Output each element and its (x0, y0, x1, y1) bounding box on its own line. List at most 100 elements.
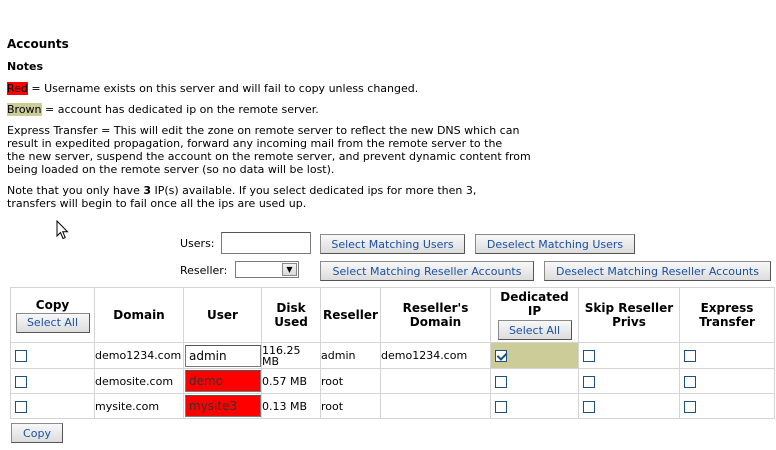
resellers-domain-cell (380, 368, 491, 394)
copy-header: Copy Select All (10, 287, 95, 343)
notes-heading: Notes (7, 60, 44, 73)
disk-used-header: Disk Used (261, 287, 321, 343)
copy-checkbox[interactable] (15, 350, 27, 362)
dedicated-ip-cell (490, 368, 579, 394)
disk-used-cell: 116.25 MB (261, 342, 321, 369)
dedicated-ip-checkbox[interactable] (495, 400, 507, 413)
user-cell: demo (183, 368, 262, 394)
dedicated-ip-checkbox[interactable] (495, 375, 507, 388)
express-transfer-note: Express Transfer = This will edit the zo… (7, 124, 531, 176)
domain-header: Domain (94, 287, 184, 343)
red-note-text: = Username exists on this server and wil… (27, 82, 419, 95)
ip-note-line2: transfers will begin to fail once all th… (7, 197, 307, 210)
disk-used-cell: 0.57 MB (261, 368, 321, 394)
reseller-cell: admin (320, 342, 381, 369)
disk-used-header-line2: Used (274, 315, 308, 329)
skip-reseller-privs-cell (578, 342, 680, 369)
user-input[interactable]: demo (185, 370, 261, 392)
red-swatch: Red (7, 82, 28, 95)
accounts-table: Copy Select All Domain User Disk Used Re… (10, 287, 775, 419)
users-label: Users: (180, 237, 215, 250)
copy-button[interactable]: Copy (11, 423, 63, 443)
copy-checkbox[interactable] (15, 400, 27, 413)
skip-reseller-privs-checkbox[interactable] (583, 375, 595, 388)
dedicated-ip-cell (490, 393, 579, 419)
skip-reseller-privs-checkbox[interactable] (583, 350, 595, 362)
resellers-domain-cell (380, 393, 491, 419)
copy-cell (10, 393, 95, 419)
domain-cell: demosite.com (94, 368, 184, 394)
resellers-domain-header-line1: Reseller's (402, 301, 469, 315)
express-note-line: Express Transfer = This will edit the zo… (7, 124, 520, 137)
express-transfer-header-line2: Transfer (699, 315, 755, 329)
dedicated-ip-header: Dedicated IP Select All (490, 287, 579, 343)
skip-reseller-privs-cell (578, 393, 680, 419)
disk-used-value: 116.25 (262, 343, 301, 357)
express-transfer-cell (679, 342, 775, 369)
resellers-domain-header-line2: Domain (409, 315, 462, 329)
dedicated-ip-header-line2: IP (527, 304, 542, 318)
mouse-pointer-icon (56, 220, 69, 240)
reseller-cell: root (320, 368, 381, 394)
dedicated-ip-cell (490, 342, 579, 369)
select-matching-users-button[interactable]: Select Matching Users (320, 234, 465, 254)
user-input[interactable]: admin (185, 344, 261, 367)
disk-used-header-line1: Disk (276, 301, 306, 315)
ip-note: Note that you only have 3 IP(s) availabl… (7, 184, 476, 210)
brown-swatch: Brown (7, 103, 42, 116)
disk-used-unit: MB (262, 354, 280, 368)
skip-reseller-privs-checkbox[interactable] (583, 400, 595, 413)
express-transfer-cell (679, 368, 775, 394)
reseller-label: Reseller: (180, 264, 228, 277)
reseller-header: Reseller (320, 287, 381, 343)
user-header: User (183, 287, 262, 343)
brown-note: Brown = account has dedicated ip on the … (7, 103, 319, 116)
domain-cell: mysite.com (94, 393, 184, 419)
reseller-select[interactable]: ▼ (235, 261, 299, 278)
page-title: Accounts (7, 37, 69, 51)
express-transfer-header: Express Transfer (679, 287, 775, 343)
resellers-domain-cell: demo1234.com (380, 342, 491, 369)
express-note-line: result in expedited propagation, forward… (7, 137, 503, 150)
express-transfer-checkbox[interactable] (684, 375, 696, 388)
reseller-cell: root (320, 393, 381, 419)
express-transfer-checkbox[interactable] (684, 400, 696, 413)
ip-note-pre: Note that you only have (7, 184, 144, 197)
table-row: demosite.com demo 0.57 MB root (10, 368, 775, 394)
dedicated-ip-checkbox[interactable] (495, 350, 507, 362)
ip-count: 3 (143, 184, 151, 197)
express-note-line: the new server, suspend the account on t… (7, 150, 531, 163)
user-cell: mysite3 (183, 393, 262, 419)
domain-cell: demo1234.com (94, 342, 184, 369)
skip-reseller-privs-cell (578, 368, 680, 394)
express-note-line: being loaded on the remote server (so no… (7, 163, 335, 176)
express-transfer-checkbox[interactable] (684, 350, 696, 362)
select-matching-reseller-accounts-button[interactable]: Select Matching Reseller Accounts (320, 261, 534, 281)
skip-reseller-privs-header-line1: Skip Reseller (584, 301, 674, 315)
express-transfer-header-line1: Express (700, 301, 754, 315)
resellers-domain-header: Reseller's Domain (380, 287, 491, 343)
brown-note-text: = account has dedicated ip on the remote… (41, 103, 319, 116)
skip-reseller-privs-header: Skip Reseller Privs (578, 287, 680, 343)
skip-reseller-privs-header-line2: Privs (612, 315, 646, 329)
user-cell: admin (183, 342, 262, 369)
deselect-matching-users-button[interactable]: Deselect Matching Users (475, 234, 635, 254)
dedicated-ip-select-all-button[interactable]: Select All (497, 320, 572, 340)
copy-header-label: Copy (35, 297, 70, 312)
dedicated-ip-header-line1: Dedicated (500, 290, 569, 304)
copy-select-all-button[interactable]: Select All (15, 312, 90, 333)
table-row: demo1234.com admin 116.25 MB admin demo1… (10, 342, 775, 369)
users-input[interactable] (221, 232, 311, 254)
chevron-down-icon[interactable]: ▼ (282, 263, 297, 276)
user-input[interactable]: mysite3 (185, 395, 261, 417)
disk-used-cell: 0.13 MB (261, 393, 321, 419)
table-header-row: Copy Select All Domain User Disk Used Re… (10, 287, 775, 343)
deselect-matching-reseller-accounts-button[interactable]: Deselect Matching Reseller Accounts (544, 261, 771, 281)
ip-note-line1: Note that you only have 3 IP(s) availabl… (7, 184, 476, 197)
table-row: mysite.com mysite3 0.13 MB root (10, 393, 775, 419)
ip-note-post: IP(s) available. If you select dedicated… (151, 184, 477, 197)
copy-cell (10, 342, 95, 369)
copy-cell (10, 368, 95, 394)
copy-checkbox[interactable] (15, 375, 27, 388)
express-transfer-cell (679, 393, 775, 419)
